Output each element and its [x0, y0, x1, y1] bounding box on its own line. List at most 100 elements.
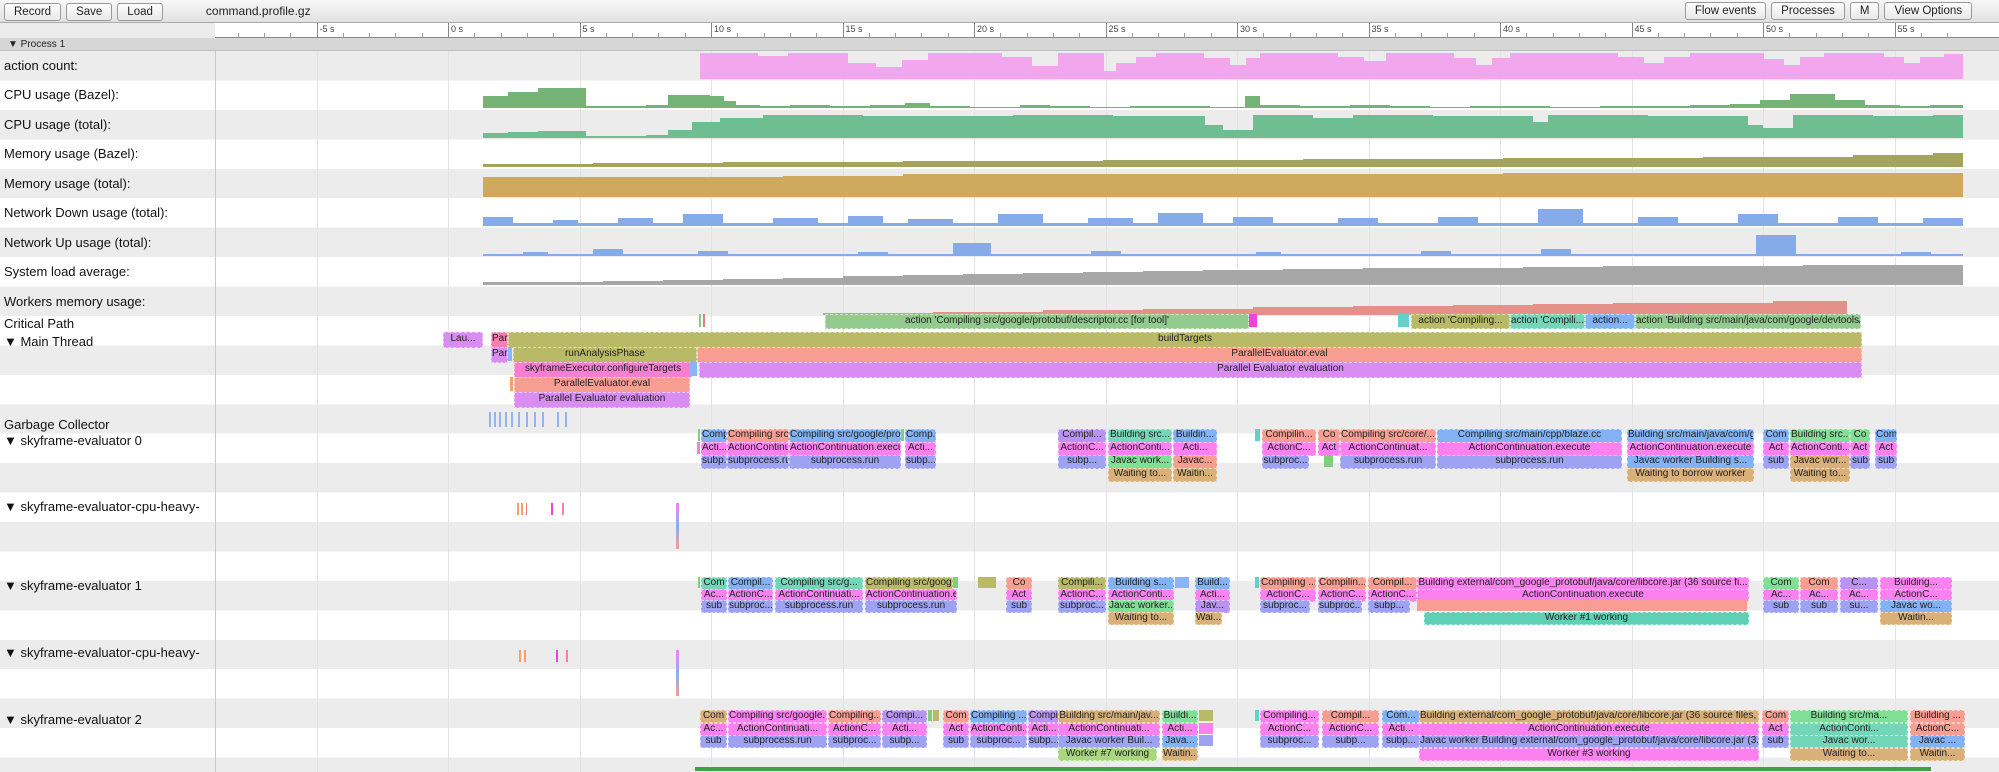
trace-event[interactable]: subproc... — [1260, 735, 1319, 748]
trace-event[interactable]: Compiling src/core/... — [1340, 429, 1436, 443]
trace-sliver[interactable] — [698, 577, 700, 588]
trace-sliver[interactable] — [698, 429, 700, 441]
trace-event[interactable]: ActionC... — [1262, 442, 1316, 456]
thread-label-skyframe-evaluator-1[interactable]: ▼ skyframe-evaluator 1 — [4, 578, 142, 593]
trace-sliver[interactable] — [953, 577, 958, 588]
trace-event[interactable]: ActionConti... — [1790, 723, 1908, 736]
counter-chart-workers-memory-usage[interactable] — [0, 287, 1999, 316]
trace-event[interactable]: Acti... — [701, 442, 727, 456]
trace-event[interactable]: Building src... — [1790, 429, 1850, 443]
trace-event[interactable]: subprocess.run — [789, 455, 901, 469]
trace-sliver[interactable] — [1255, 710, 1259, 721]
trace-event[interactable]: ActionContinuati... — [727, 442, 789, 456]
trace-event[interactable]: Javac wor... — [1790, 455, 1850, 469]
trace-event[interactable]: subp... — [1322, 735, 1379, 748]
gc-tick[interactable] — [534, 412, 536, 427]
trace-event[interactable]: Com — [1875, 429, 1897, 443]
trace-sliver[interactable] — [526, 503, 527, 515]
trace-event[interactable]: Javac work... — [1108, 455, 1172, 469]
trace-event[interactable]: ActionC... — [1322, 723, 1379, 736]
trace-event[interactable]: ActionContinuat... — [1340, 442, 1436, 456]
trace-event[interactable]: Par — [491, 347, 508, 363]
trace-event[interactable]: Javac... — [1173, 455, 1217, 469]
trace-event[interactable]: sub — [1763, 600, 1799, 613]
trace-sliver[interactable] — [1324, 455, 1333, 467]
processes-button[interactable]: Processes — [1771, 2, 1845, 20]
trace-event[interactable]: Com — [1763, 429, 1789, 443]
trace-event[interactable]: subproc... — [728, 600, 773, 613]
trace-event[interactable]: Ac... — [700, 723, 727, 736]
gc-tick[interactable] — [505, 412, 507, 427]
trace-event[interactable]: Compiling... — [828, 710, 881, 723]
trace-event[interactable]: ActionContinuati... — [1058, 723, 1160, 736]
trace-event[interactable]: subproc... — [1318, 600, 1362, 613]
thread-label-skyframe-evaluator-cpu-heavy-1[interactable]: ▼ skyframe-evaluator-cpu-heavy- — [4, 499, 200, 514]
trace-event[interactable]: Compiling src/google... — [728, 710, 827, 723]
trace-event[interactable]: Acti... — [1028, 723, 1060, 736]
trace-event[interactable]: ActionContinuati... — [728, 723, 827, 736]
trace-event[interactable]: Waiting to borrow worker — [1627, 468, 1754, 482]
trace-event[interactable]: subprocess.run — [1340, 455, 1436, 469]
trace-event[interactable]: subp... — [1368, 600, 1410, 613]
trace-sliver[interactable] — [690, 362, 697, 376]
counter-chart-network-down-usage[interactable] — [0, 198, 1999, 227]
trace-event[interactable]: Act — [1875, 442, 1897, 456]
trace-event[interactable]: Building ... — [1910, 710, 1965, 723]
trace-event[interactable]: Acti... — [1162, 723, 1198, 736]
thread-label-main-thread[interactable]: ▼ Main Thread — [4, 334, 93, 349]
trace-event[interactable]: Compil... — [1028, 710, 1060, 723]
trace-event[interactable]: Javac ... — [1910, 735, 1965, 748]
trace-event[interactable]: sub — [1850, 455, 1870, 469]
trace-event[interactable]: Compiling ... — [970, 710, 1027, 723]
record-button[interactable]: Record — [4, 3, 61, 21]
trace-event[interactable]: Co — [1850, 429, 1870, 443]
trace-event[interactable]: Waitin... — [1880, 612, 1952, 625]
trace-event[interactable]: ActionC... — [1058, 442, 1106, 456]
trace-event[interactable]: Compiling src/g... — [727, 429, 789, 443]
gc-tick[interactable] — [557, 412, 559, 427]
trace-event[interactable]: buildTargets — [508, 332, 1862, 348]
trace-sliver[interactable] — [933, 710, 939, 721]
trace-event[interactable]: runAnalysisPhase — [513, 347, 697, 363]
trace-event[interactable]: sub — [1762, 735, 1789, 748]
trace-event[interactable]: Waitin... — [1910, 748, 1965, 761]
trace-event[interactable]: Worker #3 working — [1419, 748, 1759, 761]
trace-event[interactable]: Waitin... — [1162, 748, 1198, 761]
trace-event[interactable]: ActionConti... — [1108, 442, 1172, 456]
trace-sliver[interactable] — [699, 314, 701, 327]
trace-event[interactable]: Com — [1762, 710, 1789, 723]
trace-event[interactable]: ActionContinuation.execute — [1419, 723, 1759, 736]
trace-event[interactable]: ActionContinuation.execute — [789, 442, 901, 456]
trace-event[interactable]: Building src... — [1108, 429, 1172, 443]
trace-event[interactable]: Comp... — [905, 429, 936, 443]
thread-label-skyframe-evaluator-0[interactable]: ▼ skyframe-evaluator 0 — [4, 433, 142, 448]
trace-sliver[interactable] — [524, 650, 526, 662]
counter-chart-memory-usage-bazel[interactable] — [0, 139, 1999, 168]
trace-event[interactable]: Building src/main/jav... — [1058, 710, 1160, 723]
thread-label-skyframe-evaluator-2[interactable]: ▼ skyframe-evaluator 2 — [4, 712, 142, 727]
trace-sliver[interactable] — [1249, 314, 1257, 327]
timeline-ruler[interactable]: -5 s0 s5 s10 s15 s20 s25 s30 s35 s40 s45… — [0, 23, 1999, 38]
counter-chart-cpu-usage-bazel[interactable] — [0, 80, 1999, 109]
trace-sliver[interactable] — [508, 347, 512, 361]
counter-chart-memory-usage-total[interactable] — [0, 169, 1999, 198]
trace-event[interactable]: Worker #7 working — [1058, 748, 1157, 761]
trace-event[interactable]: subproc... — [828, 735, 881, 748]
gc-tick[interactable] — [489, 412, 491, 427]
trace-event[interactable]: subproc... — [970, 735, 1027, 748]
trace-event[interactable]: Acti... — [882, 723, 927, 736]
trace-event[interactable]: Lau... — [443, 332, 483, 348]
counter-chart-cpu-usage-total[interactable] — [0, 110, 1999, 139]
trace-event[interactable]: ActionConti... — [970, 723, 1027, 736]
trace-event[interactable]: action 'Compiling src/google/protobuf/de… — [825, 314, 1249, 329]
trace-event[interactable]: Buildi... — [1162, 710, 1198, 723]
trace-event[interactable]: action 'Compiling... — [1411, 314, 1510, 329]
trace-event[interactable]: ActionC... — [828, 723, 881, 736]
process-header[interactable]: ▼ Process 1 — [0, 38, 1999, 51]
gc-tick[interactable] — [542, 412, 544, 427]
trace-sliver[interactable] — [510, 377, 513, 391]
trace-event[interactable]: Compil... — [1058, 429, 1106, 443]
trace-sliver[interactable] — [1199, 710, 1213, 721]
trace-event[interactable]: Javac worker Building s... — [1627, 455, 1754, 469]
trace-event[interactable]: action 'Compili... — [1510, 314, 1585, 329]
